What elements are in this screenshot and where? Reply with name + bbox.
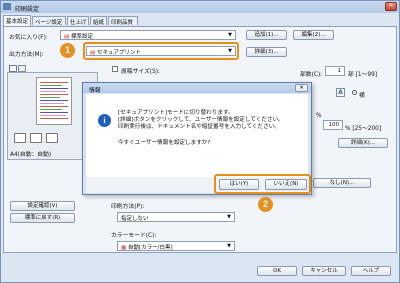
preview-page [36, 77, 72, 125]
printer-view-icon[interactable] [18, 65, 26, 72]
settings-check-button[interactable]: 設定確認(V) [10, 201, 75, 211]
dialog-message-line-2: [詳細]ボタンをクリックして、ユーザー情報を設定してください。 [118, 117, 284, 123]
copies-range: 部 [1〜99] [348, 72, 378, 78]
tab-basic[interactable]: 基本設定 [3, 15, 31, 26]
yes-button[interactable]: はい(Y) [219, 179, 259, 190]
info-dialog: 情報 ✕ i [セキュアプリント]モードに切り替わります。 [詳細]ボタンをクリ… [82, 82, 312, 195]
orientation-landscape-label: 横 [359, 93, 365, 99]
dialog-message-line-1: [セキュアプリント]モードに切り替わります。 [118, 110, 234, 116]
staple-icon [30, 133, 42, 143]
ok-button[interactable]: OK [257, 266, 297, 276]
paper-size-label: 原稿サイズ(S): [121, 69, 160, 75]
edit-favorite-button[interactable]: 編集(2)... [293, 30, 334, 40]
page-layout-icon[interactable] [9, 65, 17, 72]
no-button[interactable]: いいえ(N) [265, 179, 307, 190]
favorite-icon: ▤ [64, 34, 70, 40]
tab-page-setup[interactable]: ページ設定 [32, 16, 66, 26]
right-option-button[interactable]: なし(N)... [313, 178, 371, 188]
dialog-message-line-3: 印刷実行後は、ドキュメント名や暗証番号を入力してください。 [118, 124, 280, 130]
favorites-value: 標準設定 [70, 34, 93, 40]
title-bar: 印刷設定 ✕ [1, 1, 399, 13]
favorites-combo[interactable]: ▤ 標準設定 ▼ [60, 30, 236, 40]
dialog-question: 今すぐユーザー情報を設定しますか? [118, 140, 211, 146]
print-method-label: 印刷方法(P): [111, 204, 145, 210]
window-title: 印刷設定 [15, 6, 40, 13]
tab-quality[interactable]: 印刷品質 [108, 16, 138, 26]
print-method-value: 指定しない [121, 216, 149, 222]
output-method-label: 出力方法(M): [9, 52, 44, 58]
close-icon[interactable]: ✕ [385, 2, 397, 11]
zoom-percent-label: % [316, 113, 322, 119]
color-mode-label: カラーモード(C): [111, 233, 157, 239]
output-details-button[interactable]: 詳細(3)... [246, 47, 287, 57]
dialog-body: i [セキュアプリント]モードに切り替わります。 [詳細]ボタンをクリックして、… [86, 94, 308, 177]
callout-2-badge: 2 [258, 197, 273, 212]
color-mode-combo[interactable]: ▦ 自動[カラー/白黒] ▼ [117, 241, 235, 251]
chevron-down-icon: ▼ [228, 48, 232, 54]
copies-input[interactable]: 1 [325, 66, 345, 76]
favorites-label: お気に入り(F): [9, 35, 48, 41]
output-method-combo[interactable]: ▤ セキュアプリント ▼ [86, 46, 236, 56]
detail-k-button[interactable]: 詳細(K)... [338, 138, 388, 148]
duplex-icon [14, 133, 26, 143]
color-mode-icon: ▦ [121, 245, 127, 251]
chevron-down-icon: ▼ [227, 243, 231, 249]
zoom-range: % [25〜200] [345, 126, 382, 132]
help-button[interactable]: ヘルプ [351, 266, 391, 276]
dialog-title: 情報 [89, 88, 101, 94]
restore-default-button[interactable]: 標準に戻す(R) [10, 213, 75, 223]
paper-size-icon [112, 66, 118, 72]
cancel-button[interactable]: キャンセル [302, 266, 346, 276]
printer-icon [3, 3, 11, 10]
orientation-landscape-radio[interactable] [352, 90, 357, 95]
color-mode-value: 自動[カラー/白黒] [127, 245, 173, 251]
output-method-value: セキュアプリント [96, 50, 141, 56]
add-favorite-button[interactable]: 追加(1)... [246, 30, 287, 40]
info-icon: i [98, 114, 111, 127]
callout-1-badge: 1 [60, 43, 75, 58]
chevron-down-icon: ▼ [228, 32, 232, 38]
orientation-portrait-icon: A [336, 88, 345, 97]
printer-small-icon: ▤ [90, 50, 96, 56]
dialog-close-icon[interactable]: ✕ [295, 84, 308, 92]
chevron-down-icon: ▼ [227, 214, 231, 220]
tab-finishing[interactable]: 仕上げ [67, 16, 89, 26]
tab-paper-source[interactable]: 給紙 [90, 16, 107, 26]
dialog-title-bar: 情報 ✕ [83, 83, 311, 94]
copies-label: 部数(C): [300, 72, 323, 78]
zoom-input[interactable]: 100 [323, 120, 343, 130]
preview-caption: A4(自動：自動) [10, 152, 52, 158]
print-method-combo[interactable]: 指定しない ▼ [117, 212, 235, 222]
color-icon [46, 133, 58, 143]
